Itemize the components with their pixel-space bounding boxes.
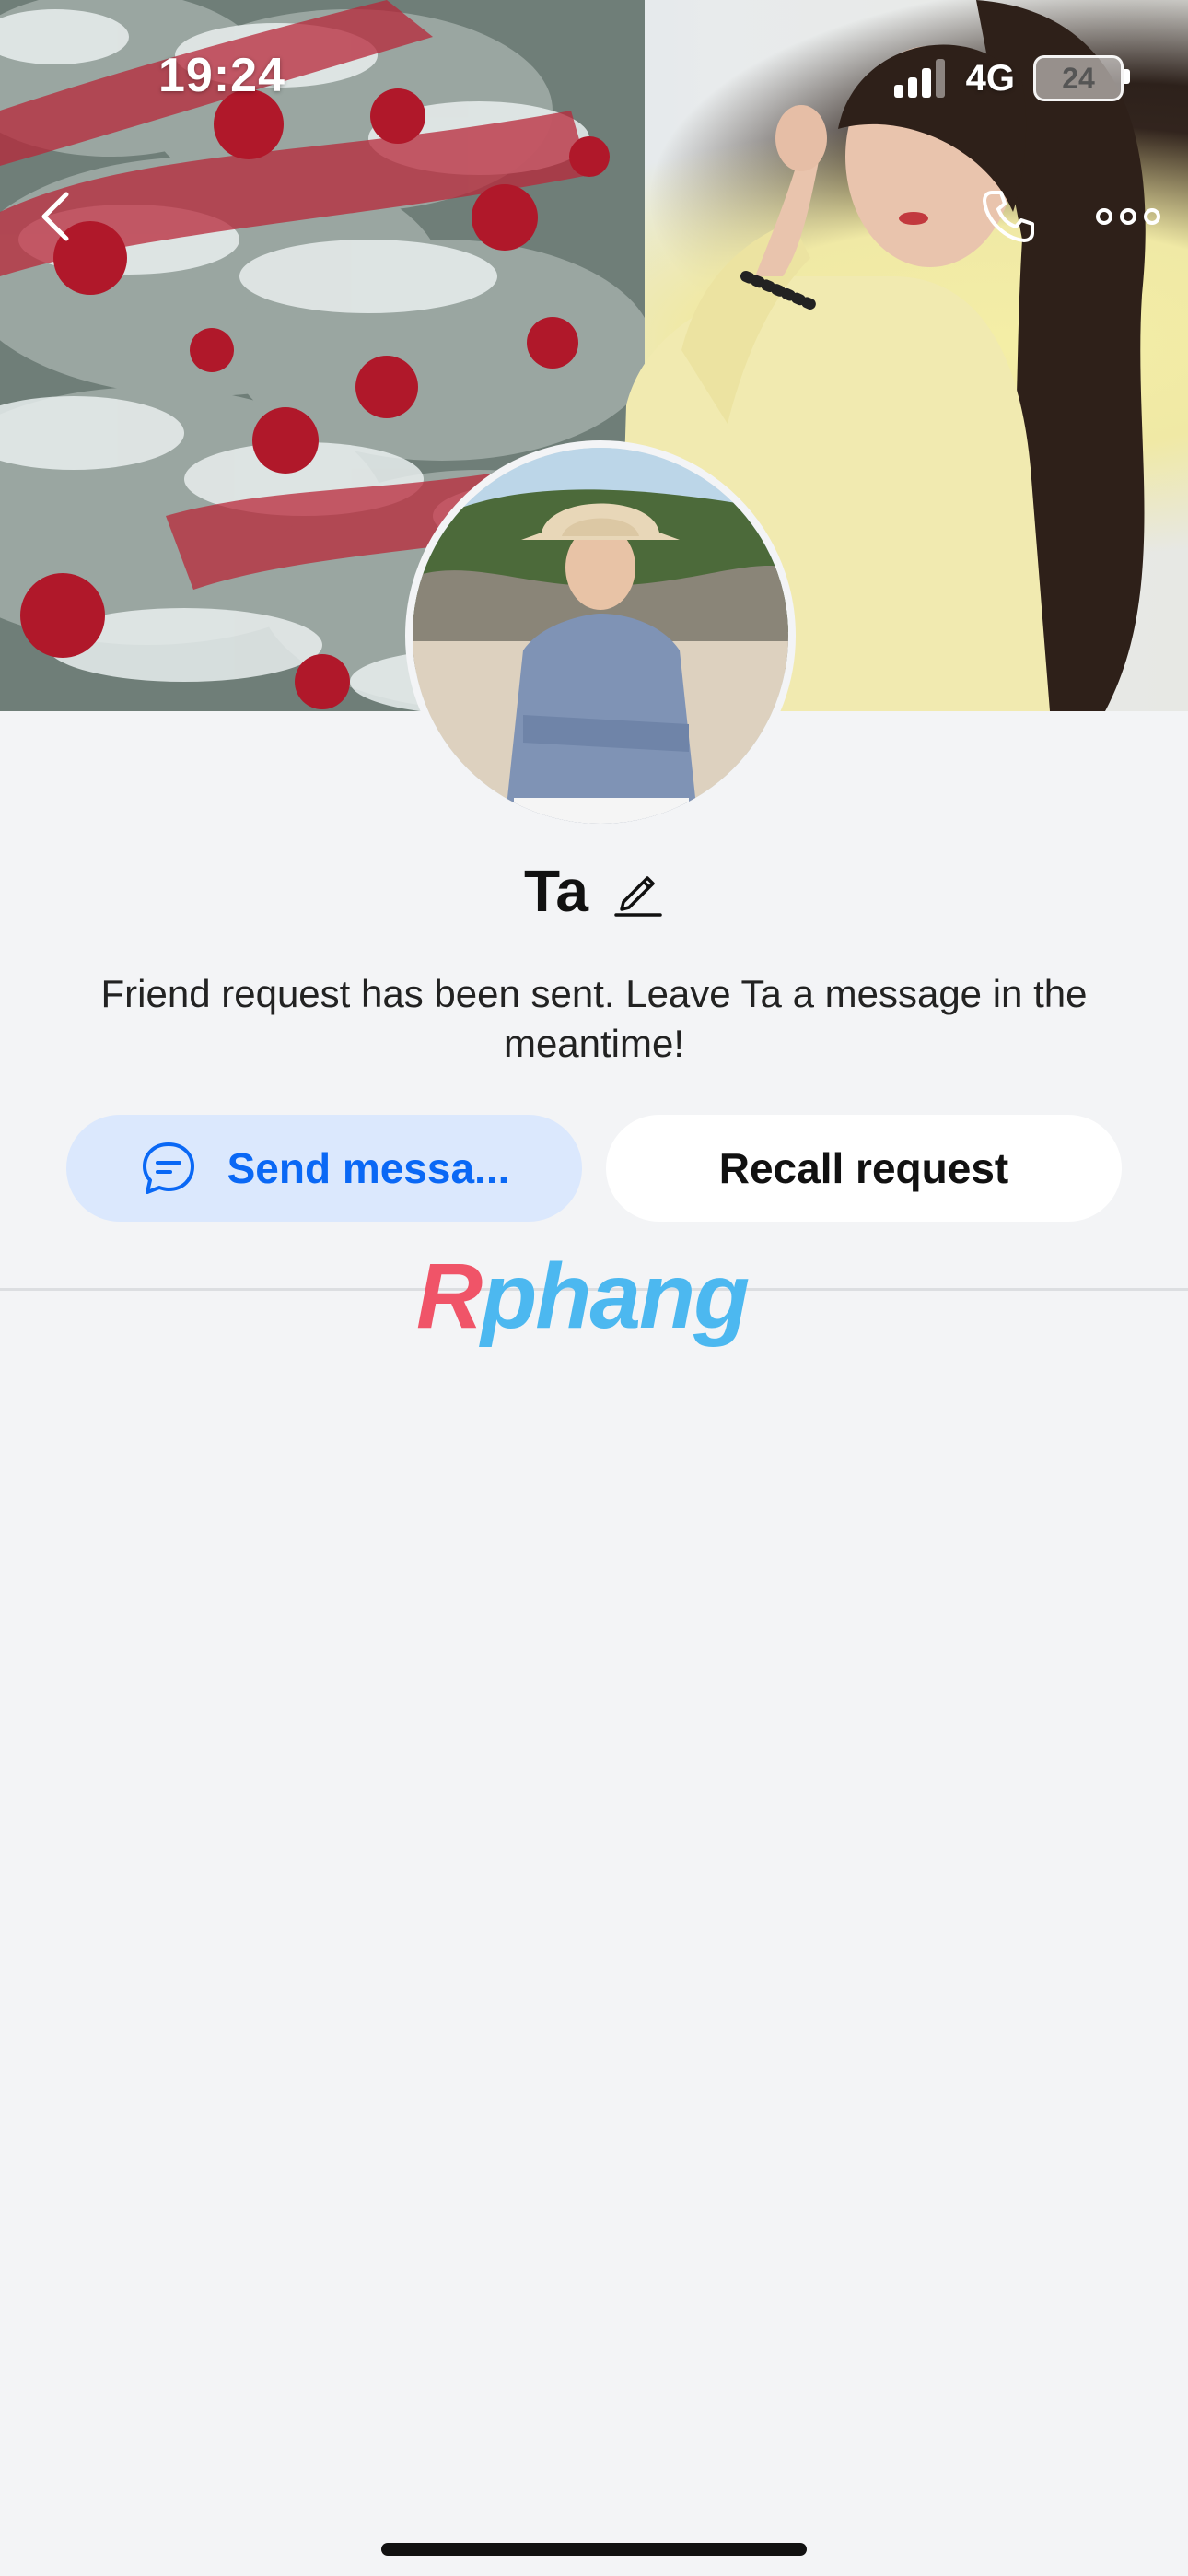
- status-time: 19:24: [158, 49, 285, 102]
- more-options-button[interactable]: [1087, 189, 1170, 244]
- avatar-image: [413, 448, 788, 824]
- watermark-logo: Rphang: [416, 1244, 750, 1350]
- status-indicators: 4G 24: [893, 55, 1130, 101]
- network-type: 4G: [965, 57, 1015, 99]
- watermark-first: R: [416, 1245, 483, 1348]
- friend-request-notice: Friend request has been sent. Leave Ta a…: [100, 972, 1088, 1065]
- chat-bubble-icon: [142, 1142, 194, 1194]
- signal-icon: [893, 59, 948, 98]
- battery-level: 24: [1062, 61, 1095, 95]
- recall-request-button[interactable]: Recall request: [606, 1115, 1122, 1222]
- back-button[interactable]: [28, 184, 83, 249]
- pencil-icon[interactable]: [612, 865, 664, 917]
- watermark-rest: phang: [481, 1245, 750, 1348]
- home-indicator[interactable]: [381, 2543, 807, 2556]
- battery-icon: 24: [1033, 55, 1130, 101]
- profile-name: Ta: [524, 858, 588, 924]
- profile-name-row: Ta: [0, 857, 1188, 925]
- chevron-left-icon: [41, 192, 69, 241]
- send-message-label: Send messa...: [227, 1144, 510, 1192]
- avatar[interactable]: [405, 440, 796, 831]
- recall-request-label: Recall request: [718, 1144, 1009, 1192]
- call-button[interactable]: [967, 180, 1050, 253]
- more-horizontal-icon: [1096, 208, 1160, 225]
- phone-icon: [983, 191, 1034, 242]
- send-message-button[interactable]: Send messa...: [66, 1115, 582, 1222]
